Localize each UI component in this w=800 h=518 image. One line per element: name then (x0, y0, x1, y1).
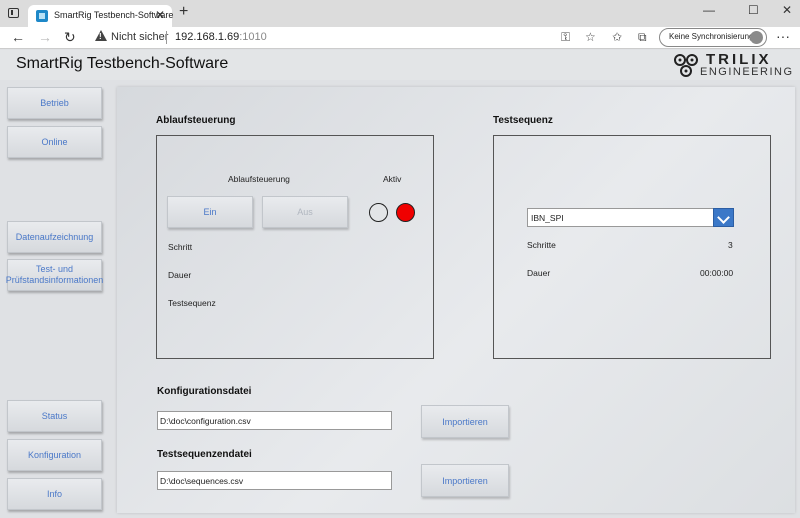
import-config-button[interactable]: Importieren (421, 405, 509, 438)
address-bar[interactable]: 192.168.1.69:1010 (175, 31, 267, 43)
maximize-button[interactable]: ☐ (748, 3, 759, 17)
sequence-label: Testsequenz (168, 298, 216, 308)
security-status[interactable]: Nicht sicher (111, 31, 168, 43)
app-title: SmartRig Testbench-Software (16, 55, 229, 72)
control-box (156, 135, 434, 359)
url-host: 192.168.1.69 (175, 31, 240, 43)
sequence-duration-value: 00:00:00 (700, 268, 734, 278)
active-header: Aktiv (383, 174, 402, 184)
duration-label: Dauer (168, 270, 192, 280)
on-button[interactable]: Ein (167, 196, 253, 228)
url-separator (166, 31, 167, 44)
sidebar-item-datenaufzeichnung[interactable]: Datenaufzeichnung (7, 221, 102, 253)
control-section-title: Ablaufsteuerung (156, 115, 236, 126)
browser-navbar: ← → ↻ Nicht sicher 192.168.1.69:1010 ⚿ ☆… (0, 27, 800, 49)
active-lamp (396, 203, 415, 222)
favorite-add-icon[interactable]: ☆ (585, 30, 596, 44)
close-window-button[interactable]: ✕ (782, 3, 792, 17)
off-button[interactable]: Aus (262, 196, 348, 228)
forward-arrow-icon[interactable]: → (38, 29, 52, 45)
config-file-input[interactable] (157, 411, 392, 430)
browser-tab[interactable]: SmartRig Testbench-Software ✕ (28, 5, 173, 27)
inactive-lamp (369, 203, 388, 222)
sequence-file-input[interactable] (157, 471, 392, 490)
sequence-section-title: Testsequenz (493, 115, 553, 126)
minimize-button[interactable]: — (703, 3, 715, 17)
collections-icon[interactable]: ⧉ (638, 30, 647, 45)
sidebar-item-status[interactable]: Status (7, 400, 102, 432)
sequence-select-value: IBN_SPI (531, 213, 564, 223)
tab-close-icon[interactable]: ✕ (155, 8, 165, 22)
browser-tabstrip: SmartRig Testbench-Software ✕ + — ☐ ✕ (0, 0, 800, 27)
chevron-down-icon[interactable] (713, 208, 734, 227)
steps-label: Schritte (527, 240, 556, 250)
avatar (750, 31, 763, 44)
sidebar-item-info[interactable]: Info (7, 478, 102, 510)
new-tab-button[interactable]: + (179, 3, 188, 21)
sequence-duration-label: Dauer (527, 268, 551, 278)
sequence-file-title: Testsequenzendatei (157, 449, 252, 460)
sidebar-item-test-info[interactable]: Test- und Prüfstandsinformationen (6, 259, 103, 291)
import-sequence-button[interactable]: Importieren (421, 464, 509, 497)
control-header: Ablaufsteuerung (228, 174, 290, 184)
tab-actions-icon[interactable] (8, 8, 19, 18)
url-port: :1010 (239, 31, 267, 43)
step-label: Schritt (168, 242, 193, 252)
steps-value: 3 (728, 240, 733, 250)
favicon-icon (36, 10, 48, 22)
sync-label: Keine Synchronisierung (669, 32, 754, 41)
logo-sub: ENGINEERING (700, 66, 794, 78)
sidebar-item-konfiguration[interactable]: Konfiguration (7, 439, 102, 471)
more-menu-icon[interactable]: ··· (776, 28, 790, 44)
sequence-select[interactable]: IBN_SPI (527, 208, 734, 227)
sidebar-item-betrieb[interactable]: Betrieb (7, 87, 102, 119)
reload-icon[interactable]: ↻ (64, 29, 76, 45)
logo-gear-icon (674, 54, 698, 77)
back-arrow-icon[interactable]: ← (11, 29, 25, 45)
warning-icon[interactable] (95, 30, 107, 41)
company-logo: TRILIX ENGINEERING (672, 51, 792, 79)
profile-sync-button[interactable]: Keine Synchronisierung (659, 28, 767, 47)
app-header: SmartRig Testbench-Software TRILIX ENGIN… (0, 50, 800, 80)
favorites-icon[interactable]: ✩ (612, 30, 622, 44)
config-file-title: Konfigurationsdatei (157, 386, 252, 397)
sidebar-item-online[interactable]: Online (7, 126, 102, 158)
key-icon[interactable]: ⚿ (561, 30, 570, 45)
